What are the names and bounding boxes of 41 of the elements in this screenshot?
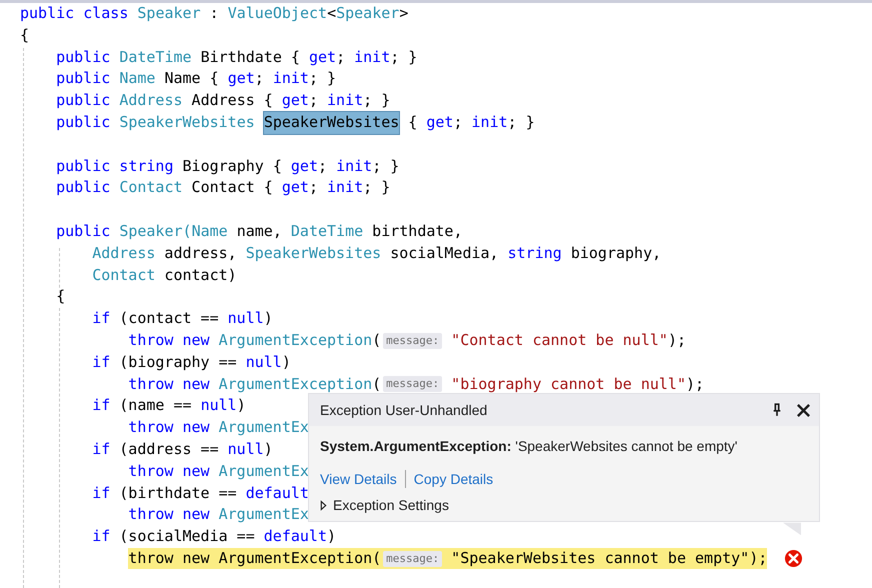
popup-title: Exception User-Unhandled xyxy=(320,402,488,418)
code-text: { xyxy=(20,24,30,46)
code-text: if (name == null) xyxy=(92,395,246,416)
code-text: if (address == null) xyxy=(92,438,273,460)
code-text: throw new ArgumentException( xyxy=(128,330,382,351)
code-text: public SpeakerWebsites xyxy=(56,112,256,133)
parameter-hint: message: xyxy=(383,550,442,567)
close-icon[interactable] xyxy=(796,402,811,418)
exception-message: System.ArgumentException: 'SpeakerWebsites cannot be empty' xyxy=(320,438,738,454)
error-icon xyxy=(784,549,804,568)
code-text: Contact contact) xyxy=(92,264,237,286)
details-link[interactable]: View Details xyxy=(320,471,397,487)
code-text: "SpeakerWebsites cannot be empty"); xyxy=(450,548,768,569)
pin-icon[interactable] xyxy=(772,403,782,417)
code-text: if (socialMedia == default) xyxy=(92,526,336,548)
code-text: throw new ArgumentException( xyxy=(128,548,382,569)
code-text: { get; init; } xyxy=(407,112,535,133)
code-text: public Contact Contact { get; init; } xyxy=(56,177,390,198)
expand-icon[interactable] xyxy=(320,500,327,510)
code-text: Address address, SpeakerWebsites socialMedia, string biography, xyxy=(92,242,662,264)
code-text: { xyxy=(56,286,66,308)
code-text: throw new ArgumentEx xyxy=(128,460,309,482)
parameter-hint: message: xyxy=(383,376,442,392)
code-text: "Contact cannot be null"); xyxy=(450,330,686,351)
code-text: public class Speaker : ValueObject<Speaker> xyxy=(20,3,408,24)
exception-settings-toggle[interactable]: Exception Settings xyxy=(333,497,449,513)
code-text: if (contact == null) xyxy=(92,308,273,330)
code-text: public Name Name { get; init; } xyxy=(56,68,336,90)
code-text: public Address Address { get; init; } xyxy=(56,90,390,112)
parameter-hint: message: xyxy=(383,332,442,349)
code-text: throw new ArgumentEx xyxy=(128,417,309,438)
code-text: if (birthdate == default xyxy=(92,482,309,504)
code-text: public string Biography { get; init; } xyxy=(56,156,400,177)
code-text: throw new ArgumentException( xyxy=(128,374,382,395)
code-text: if (biography == null) xyxy=(92,352,291,373)
selected-text: SpeakerWebsites xyxy=(264,112,400,134)
code-text: public Speaker(Name name, DateTime birthdate, xyxy=(56,220,462,242)
code-text: public DateTime Birthdate { get; init; } xyxy=(56,46,418,68)
code-text: throw new ArgumentEx xyxy=(128,504,309,526)
details-link[interactable]: Copy Details xyxy=(414,471,494,487)
code-text: "biography cannot be null"); xyxy=(450,374,704,395)
